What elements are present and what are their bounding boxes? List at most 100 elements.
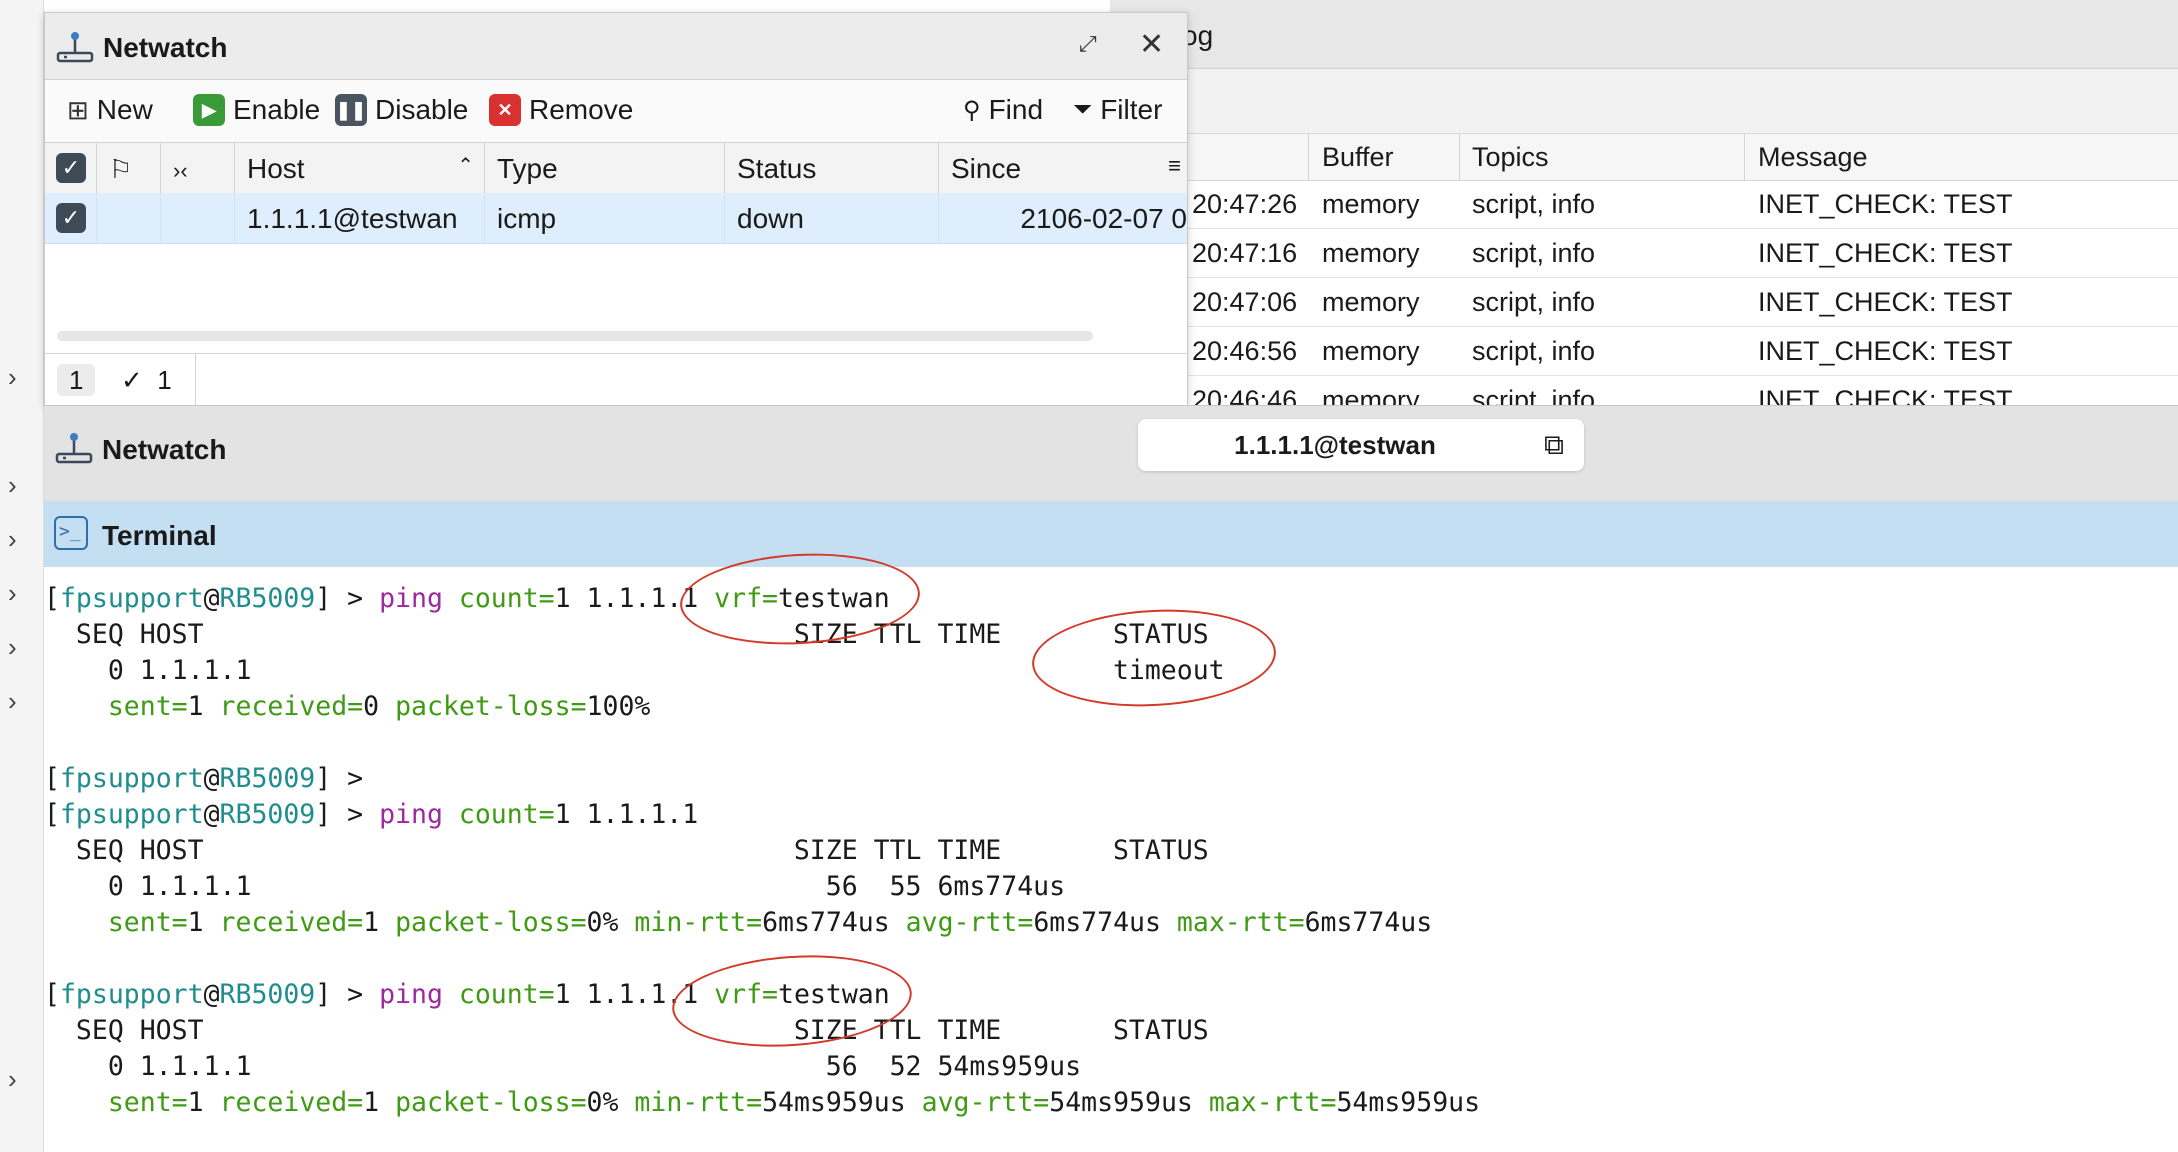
flag-column[interactable]: ⚐: [97, 143, 161, 193]
close-icon[interactable]: ✕: [1139, 27, 1164, 62]
log-topics: script, info: [1472, 189, 1596, 219]
log-table-header: Buffer Topics Message: [1110, 133, 2178, 181]
log-buffer: memory: [1322, 287, 1420, 317]
sort-ascending-icon: ⌃: [457, 155, 474, 177]
log-window: og Buffer Topics Message 20:47:26 memory…: [1110, 0, 2178, 412]
terminal-line-prompt: [fpsupport@RB5009] >: [44, 763, 364, 794]
netwatch-window-title: Netwatch: [103, 32, 228, 63]
host-pill[interactable]: 1.1.1.1@testwan ⧉: [1138, 419, 1584, 471]
log-message: INET_CHECK: TEST: [1758, 287, 2013, 317]
terminal-title: Terminal: [102, 520, 217, 551]
netwatch-detail-bar: Netwatch: [44, 405, 2178, 502]
filter-icon: ⏷: [1073, 96, 1093, 123]
terminal-line-row3: 0 1.1.1.1 56 52 54ms959us: [44, 1051, 1082, 1082]
terminal-line-header3: SEQ HOST SIZE TTL TIME STATUS: [44, 1015, 1209, 1046]
play-icon: ▶: [193, 94, 225, 126]
log-topics: script, info: [1472, 287, 1596, 317]
host-pill-label: 1.1.1.1@testwan: [1234, 430, 1436, 460]
table-row[interactable]: ✓ 1.1.1.1@testwan icmp down 2106-02-07 0: [45, 193, 1187, 244]
find-button[interactable]: ⚲ Find: [963, 94, 1043, 126]
row-type: icmp: [485, 193, 725, 243]
chevron-right-icon[interactable]: ›: [8, 688, 17, 714]
netwatch-toolbar: ⊞ New ▶ Enable ❚❚ Disable ✕ Remove ⚲ Fin…: [45, 80, 1187, 142]
log-time: 20:46:56: [1192, 336, 1298, 366]
row-flag-cell: [97, 193, 161, 243]
log-message: INET_CHECK: TEST: [1758, 336, 2013, 366]
filter-button[interactable]: ⏷ Filter: [1073, 94, 1162, 126]
log-buffer: memory: [1322, 336, 1420, 366]
log-message: INET_CHECK: TEST: [1758, 189, 2013, 219]
netwatch-detail-title: Netwatch: [102, 434, 227, 465]
log-message: INET_CHECK: TEST: [1758, 238, 2013, 268]
log-time: 20:47:26: [1192, 189, 1298, 219]
chevron-right-icon[interactable]: ›: [8, 364, 17, 390]
pause-icon: ❚❚: [335, 94, 367, 126]
search-icon: ⚲: [963, 96, 981, 124]
check-icon: ✓: [121, 365, 143, 395]
terminal-line-header2: SEQ HOST SIZE TTL TIME STATUS: [44, 835, 1209, 866]
terminal-line-row2: 0 1.1.1.1 56 55 6ms774us: [44, 871, 1066, 902]
chevron-right-icon[interactable]: ›: [8, 1066, 17, 1092]
log-time: 20:47:06: [1192, 287, 1298, 317]
chevron-right-icon[interactable]: ›: [8, 634, 17, 660]
column-header-host[interactable]: Host ⌃: [235, 143, 485, 193]
terminal-line-cmd2: [fpsupport@RB5009] > ping count=1 1.1.1.…: [44, 799, 699, 830]
left-gutter: › › › › › › ›: [0, 0, 44, 1152]
remove-icon: ✕: [489, 94, 521, 126]
log-buffer: memory: [1322, 189, 1420, 219]
item-count: 1: [57, 364, 96, 396]
new-icon: ⊞: [67, 94, 89, 125]
column-header-status[interactable]: Status: [725, 143, 939, 193]
row-checkbox[interactable]: ✓: [56, 203, 86, 233]
log-topics: script, info: [1472, 336, 1596, 366]
flag-icon: ⚐: [109, 154, 133, 184]
log-topics: script, info: [1472, 238, 1596, 268]
terminal-line-summary3: sent=1 received=1 packet-loss=0% min-rtt…: [107, 1087, 1481, 1118]
netwatch-icon: [54, 430, 94, 471]
row-select-cell[interactable]: ✓: [45, 193, 97, 243]
terminal-line-summary1: sent=1 received=0 packet-loss=100%: [107, 691, 651, 722]
chevron-right-icon[interactable]: ›: [8, 580, 17, 606]
copy-icon[interactable]: ⧉: [1544, 429, 1564, 462]
row-comment-cell: [161, 193, 235, 243]
terminal-icon: >_: [54, 516, 88, 550]
row-host: 1.1.1.1@testwan: [235, 193, 485, 243]
log-titlebar: og: [1110, 0, 2178, 69]
column-header-message[interactable]: Message: [1758, 142, 1868, 173]
checked-count: ✓ 1: [121, 365, 172, 395]
terminal-line-header1: SEQ HOST SIZE TTL TIME STATUS: [44, 619, 1209, 650]
new-button[interactable]: ⊞ New: [67, 94, 153, 126]
column-header-buffer[interactable]: Buffer: [1322, 142, 1394, 173]
maximize-icon[interactable]: ⤢: [1079, 31, 1097, 57]
log-buffer: memory: [1322, 238, 1420, 268]
netwatch-footer: 1 ✓ 1: [45, 353, 1187, 406]
collapse-icon: ›‹: [173, 158, 188, 183]
log-row[interactable]: 20:47:16 memory script, info INET_CHECK:…: [1110, 229, 2178, 278]
netwatch-icon: [55, 29, 95, 70]
log-row[interactable]: 20:47:06 memory script, info INET_CHECK:…: [1110, 278, 2178, 327]
column-menu-icon[interactable]: ≡: [1168, 153, 1181, 179]
terminal-line-summary2: sent=1 received=1 packet-loss=0% min-rtt…: [107, 907, 1433, 938]
netwatch-table-header: ✓ ⚐ ›‹ Host ⌃ Type Status Since ≡: [45, 142, 1187, 194]
remove-button[interactable]: ✕ Remove: [489, 94, 633, 126]
log-row[interactable]: 20:46:56 memory script, info INET_CHECK:…: [1110, 327, 2178, 376]
horizontal-scrollbar[interactable]: [57, 331, 1093, 341]
select-all-checkbox[interactable]: ✓: [56, 153, 86, 183]
netwatch-titlebar[interactable]: Netwatch ⤢ ✕: [45, 13, 1187, 80]
comment-column[interactable]: ›‹: [161, 143, 235, 193]
row-since: 2106-02-07 0: [1020, 203, 1187, 234]
log-row[interactable]: 20:47:26 memory script, info INET_CHECK:…: [1110, 180, 2178, 229]
chevron-right-icon[interactable]: ›: [8, 526, 17, 552]
log-time: 20:47:16: [1192, 238, 1298, 268]
chevron-right-icon[interactable]: ›: [8, 472, 17, 498]
column-header-since[interactable]: Since ≡: [939, 143, 1187, 193]
row-status: down: [725, 193, 939, 243]
select-all-cell[interactable]: ✓: [45, 143, 97, 193]
terminal-titlebar[interactable]: >_ Terminal: [44, 501, 2178, 568]
log-toolbar: [1110, 69, 2178, 133]
column-header-topics[interactable]: Topics: [1472, 142, 1549, 173]
enable-button[interactable]: ▶ Enable: [193, 94, 320, 126]
column-header-type[interactable]: Type: [485, 143, 725, 193]
disable-button[interactable]: ❚❚ Disable: [335, 94, 468, 126]
netwatch-window: Netwatch ⤢ ✕ ⊞ New ▶ Enable ❚❚ Disable ✕…: [44, 12, 1188, 406]
